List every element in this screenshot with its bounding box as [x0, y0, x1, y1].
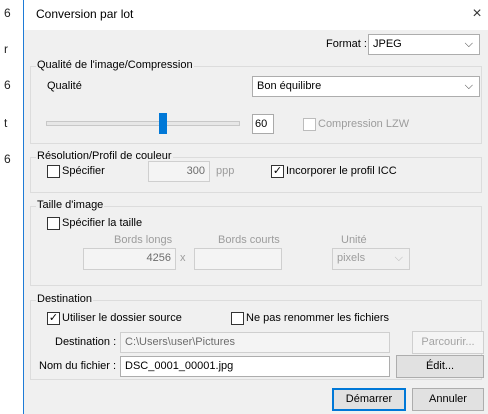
unit-label: Unité — [341, 234, 367, 246]
use-source-folder-label: Utiliser le dossier source — [62, 312, 182, 324]
quality-select[interactable]: Bon équilibre ⌵ — [252, 76, 480, 97]
edge-char: 6 — [4, 152, 11, 166]
start-button[interactable]: Démarrer — [332, 388, 406, 411]
check-icon: ✓ — [48, 312, 59, 324]
use-source-folder-checkbox[interactable]: ✓ — [47, 312, 60, 325]
destination-path-input[interactable]: C:\Users\user\Pictures — [120, 332, 390, 353]
quality-label: Qualité — [47, 80, 82, 92]
edge-char: t — [4, 116, 8, 130]
lzw-checkbox[interactable] — [303, 118, 316, 131]
format-select[interactable]: JPEG ⌵ — [368, 34, 480, 55]
specify-size-label: Spécifier la taille — [62, 217, 143, 229]
close-icon[interactable]: × — [466, 3, 488, 25]
format-value: JPEG — [373, 38, 402, 50]
resolution-unit: ppp — [216, 165, 235, 177]
short-edge-input[interactable] — [194, 248, 282, 270]
specify-resolution-label: Spécifier — [62, 165, 105, 177]
quality-group-title: Qualité de l'image/Compression — [36, 59, 194, 71]
quality-value: Bon équilibre — [257, 80, 322, 92]
resolution-input[interactable]: 300 — [148, 161, 210, 182]
format-label: Format : — [326, 38, 367, 50]
destination-group-title: Destination — [36, 293, 94, 305]
edit-filename-button[interactable]: Édit... — [396, 355, 484, 378]
long-edge-input[interactable]: 4256 — [83, 248, 176, 270]
dialog-title: Conversion par lot — [36, 7, 134, 21]
embed-icc-label: Incorporer le profil ICC — [286, 165, 397, 177]
embed-icc-checkbox[interactable]: ✓ — [271, 165, 284, 178]
edge-char: r — [4, 42, 8, 56]
browse-button[interactable]: Parcourir... — [412, 331, 484, 354]
filename-input[interactable]: DSC_0001_00001.jpg — [120, 356, 390, 377]
filename-label: Nom du fichier : — [39, 360, 117, 372]
quality-slider-thumb[interactable] — [159, 113, 167, 134]
edge-char: 6 — [4, 78, 11, 92]
edge-char: 6 — [4, 6, 11, 20]
chevron-down-icon: ⌵ — [394, 252, 403, 264]
dimension-times-sign: x — [180, 252, 186, 264]
check-icon: ✓ — [272, 165, 283, 177]
quality-slider-track[interactable] — [46, 121, 240, 126]
background-window-edge: 6 r 6 t 6 — [0, 0, 22, 414]
quality-value-box: 60 — [252, 114, 274, 134]
no-rename-label: Ne pas renommer les fichiers — [246, 312, 390, 324]
unit-value: pixels — [337, 252, 366, 264]
image-size-group-title: Taille d'image — [36, 199, 105, 211]
specify-resolution-checkbox[interactable] — [47, 165, 60, 178]
chevron-down-icon: ⌵ — [464, 38, 473, 50]
no-rename-checkbox[interactable] — [231, 312, 244, 325]
chevron-down-icon: ⌵ — [464, 80, 473, 92]
short-edge-label: Bords courts — [218, 234, 280, 246]
cancel-button[interactable]: Annuler — [412, 388, 484, 411]
unit-select[interactable]: pixels ⌵ — [332, 248, 410, 270]
long-edge-label: Bords longs — [114, 234, 173, 246]
specify-size-checkbox[interactable] — [47, 217, 60, 230]
lzw-label: Compression LZW — [318, 118, 410, 130]
destination-label: Destination : — [55, 336, 117, 348]
